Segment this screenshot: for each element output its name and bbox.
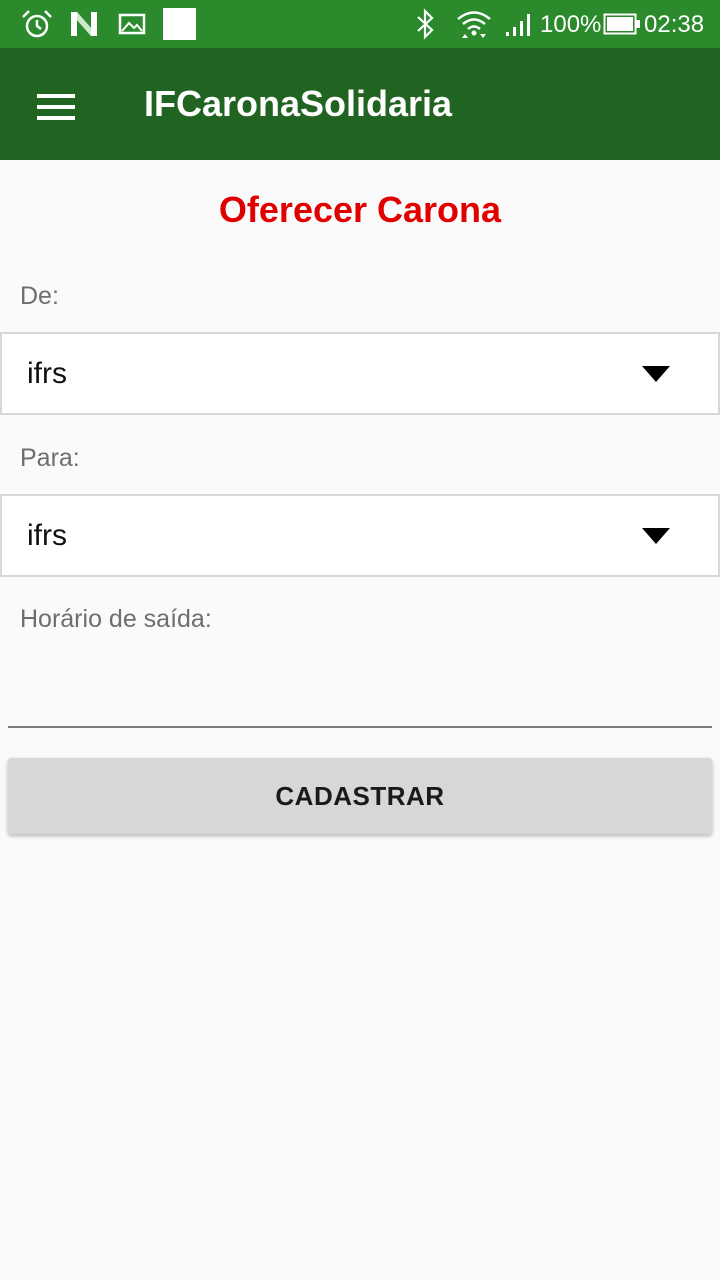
chevron-down-icon [642,528,670,544]
status-bar: 100% 02:38 [0,0,720,48]
wifi-icon [457,11,491,38]
page-title: Oferecer Carona [218,189,502,230]
bluetooth-icon [417,8,434,40]
to-dropdown-value: ifrs [27,519,67,552]
n-notification-icon [71,12,97,36]
battery-percent: 100% [540,11,602,38]
app-title: IFCaronaSolidaria [144,83,453,124]
signal-icon [506,14,530,36]
from-label: De: [20,282,59,310]
image-notification-icon [118,13,146,35]
clock: 02:38 [644,11,705,38]
chevron-down-icon [642,366,670,382]
to-dropdown[interactable]: ifrs [0,494,720,577]
app-bar: IFCaronaSolidaria [0,48,720,160]
alarm-icon [22,10,52,38]
blank-notification-icon [163,8,196,40]
departure-time-input[interactable] [8,650,712,728]
hamburger-menu-icon[interactable] [20,72,92,136]
from-dropdown[interactable]: ifrs [0,332,720,415]
register-button[interactable]: CADASTRAR [8,758,712,834]
departure-time-label: Horário de saída: [20,605,212,633]
from-dropdown-value: ifrs [27,357,67,390]
to-label: Para: [20,444,80,472]
battery-icon [603,13,640,35]
